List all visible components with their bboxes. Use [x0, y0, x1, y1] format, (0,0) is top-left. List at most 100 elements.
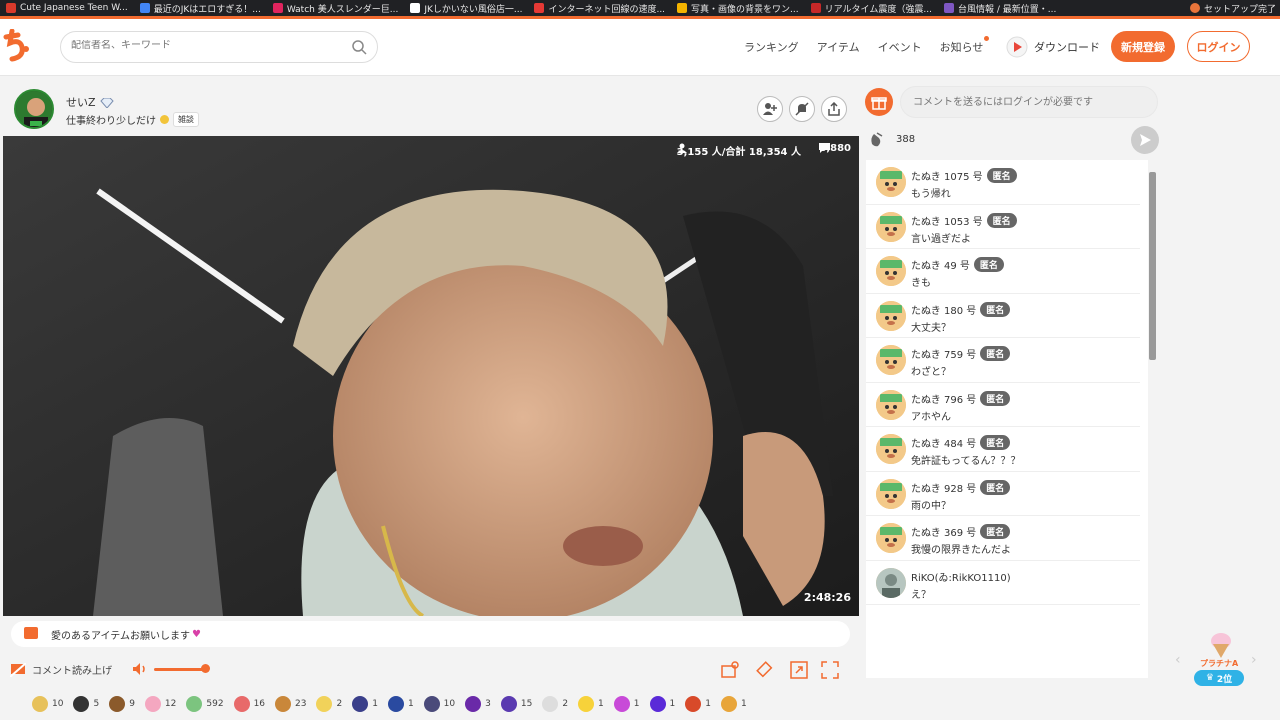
chat-message[interactable]: たぬき 180 号匿名 大丈夫？	[866, 294, 1140, 338]
clap-counter[interactable]: 388	[868, 130, 915, 148]
search-icon[interactable]	[351, 39, 367, 55]
chat-avatar[interactable]	[876, 211, 906, 242]
fullscreen-icon[interactable]	[821, 661, 839, 679]
gift-item[interactable]: 5	[73, 696, 99, 712]
chat-avatar[interactable]	[876, 478, 906, 509]
gift-item[interactable]: 9	[109, 696, 135, 712]
chat-message[interactable]: たぬき 1053 号匿名 言い過ぎだよ	[866, 205, 1140, 249]
share-button[interactable]	[821, 96, 847, 122]
login-button[interactable]: ログイン	[1187, 31, 1250, 62]
download-link[interactable]: ダウンロード	[1006, 36, 1100, 58]
gift-item[interactable]: 12	[144, 696, 176, 712]
chat-username[interactable]: たぬき 180 号匿名	[911, 301, 1011, 317]
notify-off-button[interactable]	[789, 96, 815, 122]
chat-avatar[interactable]	[876, 567, 906, 598]
gift-item[interactable]: 2	[316, 696, 342, 712]
bookmark-item[interactable]: リアルタイム震度（強震...	[805, 0, 938, 16]
settings-icon[interactable]	[721, 661, 739, 679]
speaker-icon[interactable]	[132, 662, 148, 676]
rank-badge[interactable]: プラチナA ♛ 2位	[1194, 632, 1246, 702]
volume-slider[interactable]	[154, 664, 211, 673]
chat-avatar[interactable]	[876, 300, 906, 331]
rotate-icon[interactable]	[756, 661, 774, 679]
bookmark-item[interactable]: 台風情報 / 最新位置・...	[938, 0, 1062, 16]
volume-knob[interactable]	[201, 664, 211, 673]
gift-item[interactable]: 15	[500, 696, 532, 712]
chat-avatar[interactable]	[876, 434, 906, 464]
popout-icon[interactable]	[790, 661, 808, 679]
gift-button[interactable]	[865, 88, 893, 116]
read-aloud-toggle[interactable]: コメント読み上げ	[10, 662, 112, 677]
search-input[interactable]	[71, 40, 341, 51]
site-logo[interactable]	[2, 29, 30, 63]
register-button[interactable]: 新規登録	[1111, 31, 1175, 62]
chat-avatar[interactable]	[876, 256, 906, 286]
gift-item[interactable]: 1	[387, 696, 414, 712]
search-box[interactable]	[60, 31, 378, 63]
nav-items[interactable]: アイテム	[817, 39, 860, 55]
chat-avatar[interactable]	[876, 389, 906, 420]
play-store-icon	[1006, 36, 1028, 58]
chat-scrollbar[interactable]	[1149, 172, 1156, 360]
chat-username[interactable]: たぬき 49 号匿名	[911, 257, 1004, 272]
send-button[interactable]	[1131, 126, 1159, 154]
bookmark-item[interactable]: JKしかいない風俗店一...	[404, 0, 528, 16]
volume-control[interactable]	[132, 662, 211, 676]
chat-username[interactable]: たぬき 796 号匿名	[911, 390, 1011, 406]
chat-message[interactable]: たぬき 928 号匿名 雨の中？	[866, 472, 1140, 516]
gift-item[interactable]: 16	[233, 696, 265, 712]
gift-item[interactable]: 1	[352, 696, 378, 712]
read-aloud-label: コメント読み上げ	[32, 666, 112, 677]
gift-item[interactable]: 1	[685, 696, 711, 712]
gift-item[interactable]: 10	[423, 696, 455, 712]
bookmark-setup[interactable]: セットアップ完了	[1189, 0, 1276, 16]
nav-ranking[interactable]: ランキング	[744, 39, 799, 55]
gift-item[interactable]: 23	[275, 696, 306, 712]
streamer-avatar[interactable]	[14, 89, 54, 129]
follow-button[interactable]	[757, 96, 783, 122]
streamer-name[interactable]: せいZ	[66, 94, 115, 110]
bookmark-item[interactable]: インターネット回線の速度...	[528, 0, 671, 16]
chat-avatar[interactable]	[876, 345, 906, 375]
tanuki-icon	[876, 523, 906, 553]
chat-message[interactable]: たぬき 1075 号匿名 もう帰れ	[866, 160, 1140, 205]
bookmark-item[interactable]: 最近のJKはエロすぎる！...	[134, 0, 267, 16]
bookmark-item[interactable]: Watch 美人スレンダー巨...	[267, 0, 404, 16]
chat-message[interactable]: たぬき 796 号匿名 アホやん	[866, 383, 1140, 427]
chat-username[interactable]: たぬき 759 号匿名	[911, 346, 1011, 361]
chat-username-text: たぬき 49 号	[911, 261, 970, 272]
category-tag[interactable]: 雑談	[173, 112, 199, 127]
chat-message[interactable]: RiKO(ゐ:RikKO1110) え？	[866, 561, 1140, 605]
bookmark-label: 写真・画像の背景をワン...	[691, 4, 799, 15]
chat-username[interactable]: たぬき 484 号匿名	[911, 435, 1011, 450]
gift-item[interactable]: 3	[465, 696, 491, 712]
chat-username[interactable]: たぬき 369 号匿名	[911, 524, 1011, 539]
gift-item[interactable]: 1	[649, 696, 675, 712]
chat-message[interactable]: たぬき 484 号匿名免許証もってるん？？？	[866, 427, 1140, 472]
chat-avatar[interactable]	[876, 523, 906, 553]
gift-item[interactable]: 592	[186, 696, 224, 712]
video-player[interactable]: 3,155 人/合計 18,354 人 8,880 2:48:26	[3, 136, 859, 616]
nav-news[interactable]: お知らせ	[940, 36, 990, 55]
gift-item[interactable]: 1	[613, 696, 640, 712]
gift-item[interactable]: 2	[542, 696, 568, 712]
chat-avatar[interactable]	[876, 167, 906, 197]
chat-username[interactable]: たぬき 1075 号匿名	[911, 168, 1017, 183]
chat-username[interactable]: RiKO(ゐ:RikKO1110)	[911, 569, 1011, 584]
comment-input[interactable]	[900, 86, 1158, 118]
bookmark-item[interactable]: 写真・画像の背景をワン...	[671, 0, 805, 16]
gift-item[interactable]: 1	[720, 696, 747, 712]
bookmark-label: Watch 美人スレンダー巨...	[286, 4, 399, 15]
bookmark-item[interactable]: Cute Japanese Teen W...	[0, 0, 134, 16]
chat-username[interactable]: たぬき 1053 号匿名	[911, 212, 1017, 228]
chat-text: 免許証もってるん？？？	[911, 456, 1021, 467]
rank-prev-icon[interactable]: ‹	[1175, 652, 1181, 668]
chat-message[interactable]: たぬき 369 号匿名 我慢の限界きたんだよ	[866, 516, 1140, 561]
gift-item[interactable]: 10	[32, 696, 63, 712]
chat-message[interactable]: たぬき 759 号匿名 わざと？	[866, 338, 1140, 383]
nav-events[interactable]: イベント	[878, 39, 922, 55]
chat-message[interactable]: たぬき 49 号匿名 きも	[866, 249, 1140, 294]
rank-next-icon[interactable]: ›	[1251, 652, 1257, 668]
gift-item[interactable]: 1	[578, 696, 604, 712]
chat-username[interactable]: たぬき 928 号匿名	[911, 479, 1011, 495]
